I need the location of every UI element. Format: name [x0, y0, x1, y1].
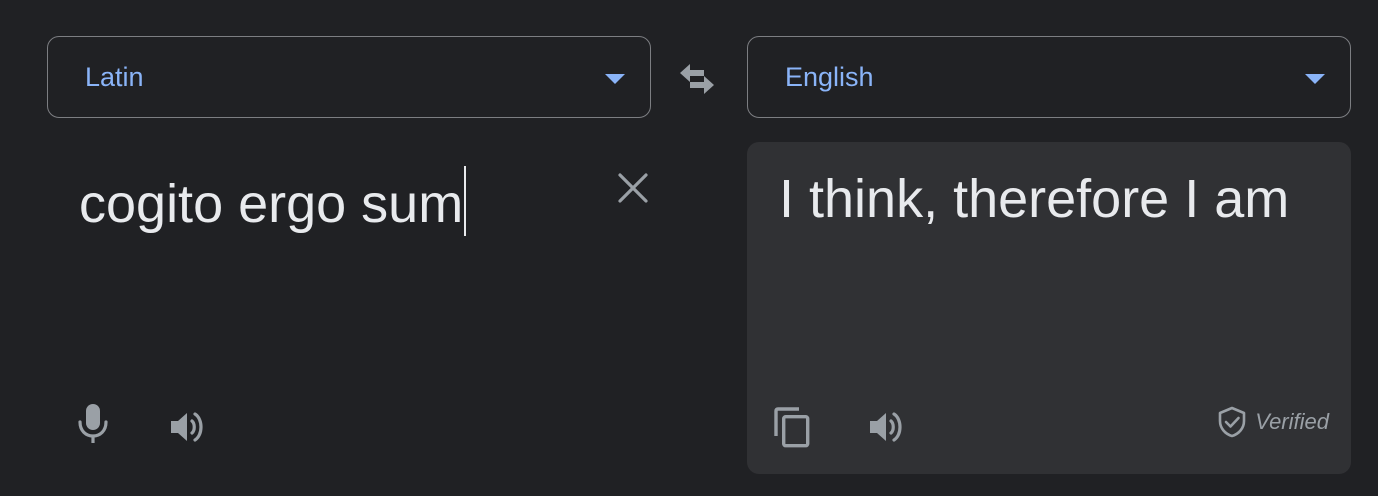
source-language-select[interactable]: Latin: [47, 36, 651, 118]
microphone-icon: [78, 404, 108, 443]
text-cursor: [464, 166, 467, 236]
translated-text: I think, therefore I am: [779, 169, 1290, 229]
copy-translation-button[interactable]: [773, 406, 811, 448]
source-language-label: Latin: [85, 62, 144, 92]
swap-arrows-icon: [680, 64, 714, 94]
source-text: cogito ergo sum: [79, 174, 464, 234]
close-icon: [618, 173, 648, 203]
translation-panel: I think, therefore I am Verified: [747, 142, 1351, 474]
listen-translation-button[interactable]: [867, 406, 909, 448]
clear-source-button[interactable]: [615, 170, 651, 206]
chevron-down-icon: [605, 74, 625, 84]
chevron-down-icon: [1305, 74, 1325, 84]
speaker-icon: [171, 412, 203, 442]
voice-input-button[interactable]: [76, 402, 110, 446]
verified-label: Verified: [1255, 409, 1329, 434]
copy-icon: [774, 407, 810, 448]
target-language-label: English: [785, 62, 874, 92]
verified-shield-icon: [1218, 406, 1246, 438]
translate-page: Latin English cogito ergo sum I think, t…: [0, 0, 1378, 496]
swap-languages-button[interactable]: [676, 60, 718, 98]
verified-badge[interactable]: Verified: [1217, 406, 1329, 438]
listen-source-button[interactable]: [168, 406, 210, 448]
speaker-icon: [870, 412, 902, 442]
source-text-input[interactable]: cogito ergo sum: [79, 166, 467, 236]
target-language-select[interactable]: English: [747, 36, 1351, 118]
